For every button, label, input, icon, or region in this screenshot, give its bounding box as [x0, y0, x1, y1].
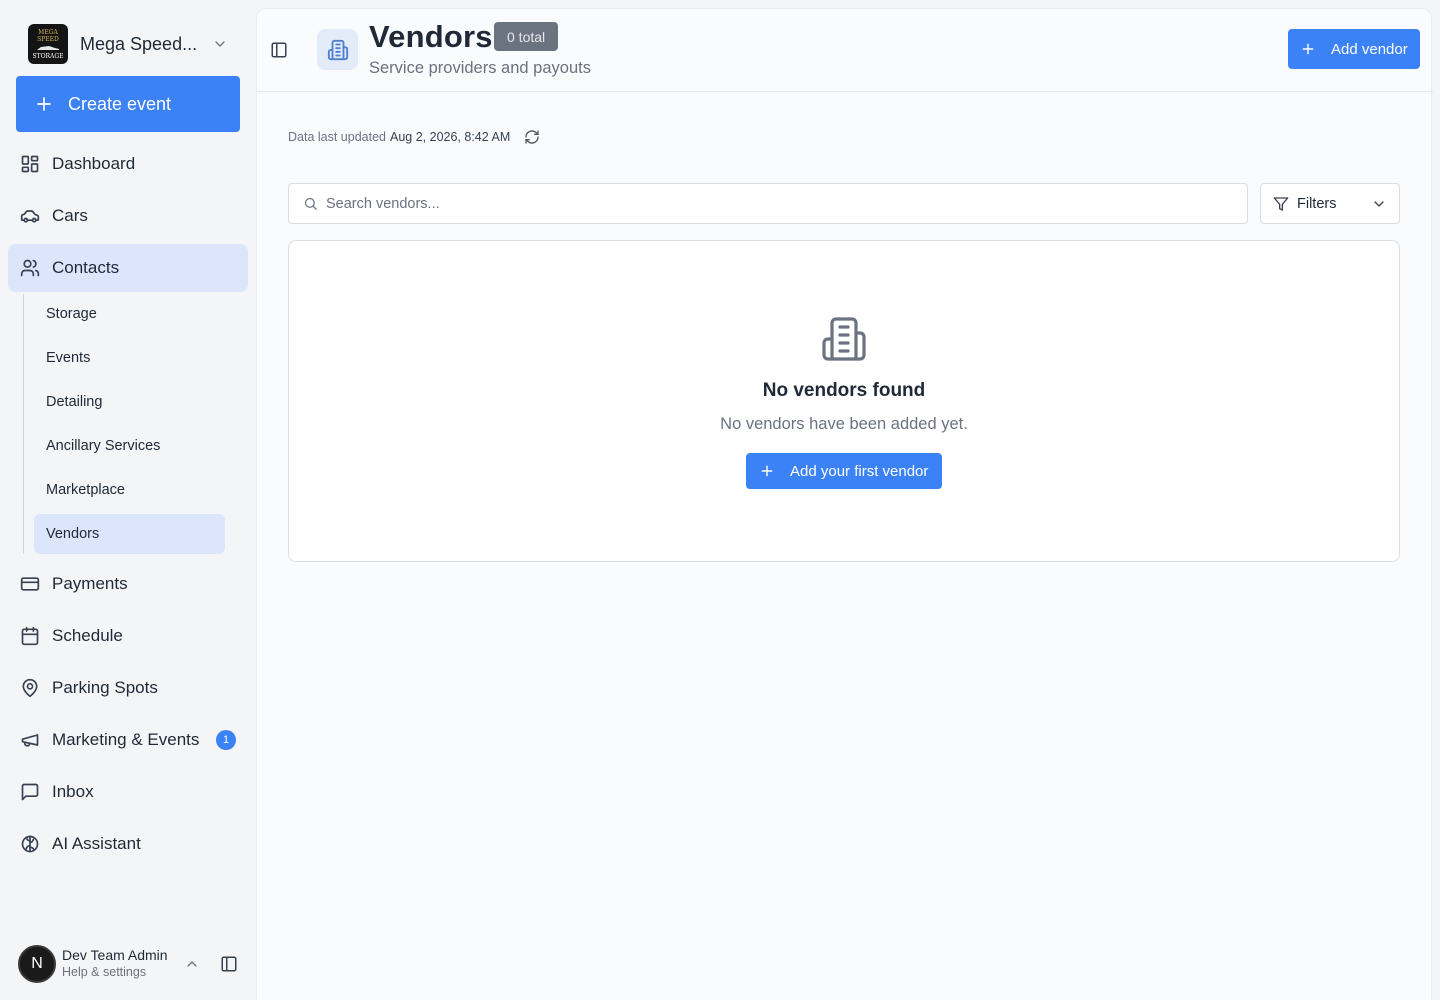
sidebar-toggle-icon[interactable] [270, 41, 288, 59]
sidebar-item-label: Cars [52, 206, 88, 225]
user-subtitle: Help & settings [62, 965, 147, 979]
refresh-icon[interactable] [524, 129, 540, 145]
subnav-item-label: Storage [46, 306, 97, 322]
chevron-down-icon [215, 41, 225, 47]
sidebar-item-label: Inbox [52, 782, 94, 801]
sidebar-item-schedule[interactable]: Schedule [8, 612, 248, 660]
last-updated-status: Data last updated Aug 2, 2026, 8:42 AM [288, 129, 540, 145]
sidebar-item-payments[interactable]: Payments [8, 560, 248, 608]
map-pin-icon [22, 678, 38, 698]
sidebar-item-label: Parking Spots [52, 678, 158, 697]
notification-count-badge: 1 [216, 730, 236, 750]
avatar: N [18, 945, 56, 983]
sidebar-item-label: Marketing & Events [52, 730, 200, 749]
sidebar-item-marketing-events[interactable]: Marketing & Events 1 [8, 716, 248, 764]
subnav-item-marketplace[interactable]: Marketplace [34, 470, 225, 510]
add-vendor-label: Add vendor [1331, 40, 1408, 58]
brand-logo-text-top: MEGA SPEED [37, 28, 59, 43]
sidebar-item-contacts[interactable]: Contacts [8, 244, 248, 292]
subnav-item-label: Detailing [46, 394, 103, 410]
plus-icon [761, 465, 773, 477]
create-event-button[interactable]: Create event [16, 76, 240, 132]
sidebar-item-label: AI Assistant [52, 834, 141, 853]
add-first-vendor-label: Add your first vendor [790, 462, 929, 480]
subnav-item-label: Marketplace [46, 482, 125, 498]
subnav-item-label: Events [46, 350, 91, 366]
sidebar-item-ai-assistant[interactable]: AI Assistant [8, 820, 248, 868]
building-icon [327, 39, 348, 60]
create-event-label: Create event [68, 93, 172, 114]
add-vendor-button[interactable]: Add vendor [1288, 29, 1420, 69]
subnav-item-label: Ancillary Services [46, 438, 161, 454]
page-header: Vendors 0 total Service providers and pa… [257, 9, 1433, 92]
page-icon [317, 29, 358, 70]
sidebar-item-label: Contacts [52, 258, 120, 277]
sidebar-item-dashboard[interactable]: Dashboard [8, 140, 248, 188]
brand-logo: MEGA SPEED STORAGE [28, 24, 68, 64]
message-square-icon [21, 783, 39, 801]
car-silhouette-icon [37, 45, 59, 50]
brand-logo-text-bottom: STORAGE [32, 52, 64, 60]
subnav-item-detailing[interactable]: Detailing [34, 382, 225, 422]
page-title: Vendors [369, 19, 493, 54]
plus-icon [1302, 43, 1314, 55]
chevron-down-icon [1374, 201, 1384, 207]
add-first-vendor-button[interactable]: Add your first vendor [746, 453, 942, 489]
chevron-up-icon [187, 961, 197, 967]
count-badge: 0 total [494, 22, 559, 51]
subnav-item-label: Vendors [46, 526, 100, 542]
filters-dropdown[interactable]: Filters [1260, 183, 1400, 224]
plus-icon [37, 97, 51, 111]
building-icon [822, 317, 866, 361]
subnav-item-storage[interactable]: Storage [34, 294, 225, 334]
contacts-subnav: Storage Events Detailing Ancillary Servi… [23, 294, 233, 554]
empty-state-message: No vendors have been added yet. [720, 415, 968, 433]
calendar-icon [21, 626, 39, 646]
search-bar[interactable] [288, 183, 1248, 224]
subnav-item-events[interactable]: Events [34, 338, 225, 378]
filter-icon [1273, 196, 1289, 211]
search-icon [304, 197, 317, 210]
megaphone-icon [21, 734, 39, 747]
brain-icon [21, 835, 39, 853]
sidebar-item-inbox[interactable]: Inbox [8, 768, 248, 816]
sidebar-item-label: Dashboard [52, 154, 136, 173]
empty-state-title: No vendors found [762, 380, 926, 401]
empty-state-card: No vendors found No vendors have been ad… [288, 240, 1400, 562]
sidebar-item-cars[interactable]: Cars [8, 192, 248, 240]
filters-label: Filters [1297, 195, 1337, 212]
subnav-item-vendors[interactable]: Vendors [34, 514, 225, 554]
workspace-switcher[interactable]: MEGA SPEED STORAGE Mega Speed... [16, 20, 240, 68]
credit-card-icon [20, 577, 40, 591]
main-content: Vendors 0 total Service providers and pa… [256, 8, 1433, 1000]
workspace-name: Mega Speed... [80, 33, 198, 54]
page-subtitle: Service providers and payouts [369, 59, 591, 77]
car-icon [20, 210, 40, 223]
subnav-item-ancillary-services[interactable]: Ancillary Services [34, 426, 225, 466]
user-name: Dev Team Admin [62, 947, 168, 963]
sidebar-item-label: Schedule [52, 626, 123, 645]
sidebar-item-label: Payments [52, 574, 128, 593]
panel-left-icon[interactable] [220, 955, 238, 973]
last-updated-value: Aug 2, 2026, 8:42 AM [390, 130, 511, 144]
user-info: Dev Team Admin Help & settings [62, 947, 168, 981]
sidebar: MEGA SPEED STORAGE Mega Speed... Create … [0, 0, 256, 1000]
sidebar-item-parking-spots[interactable]: Parking Spots [8, 664, 248, 712]
users-icon [20, 259, 40, 277]
last-updated-label: Data last updated [288, 130, 386, 144]
search-input[interactable] [326, 195, 1206, 212]
user-menu[interactable]: N Dev Team Admin Help & settings [18, 944, 248, 984]
dashboard-icon [21, 155, 39, 173]
